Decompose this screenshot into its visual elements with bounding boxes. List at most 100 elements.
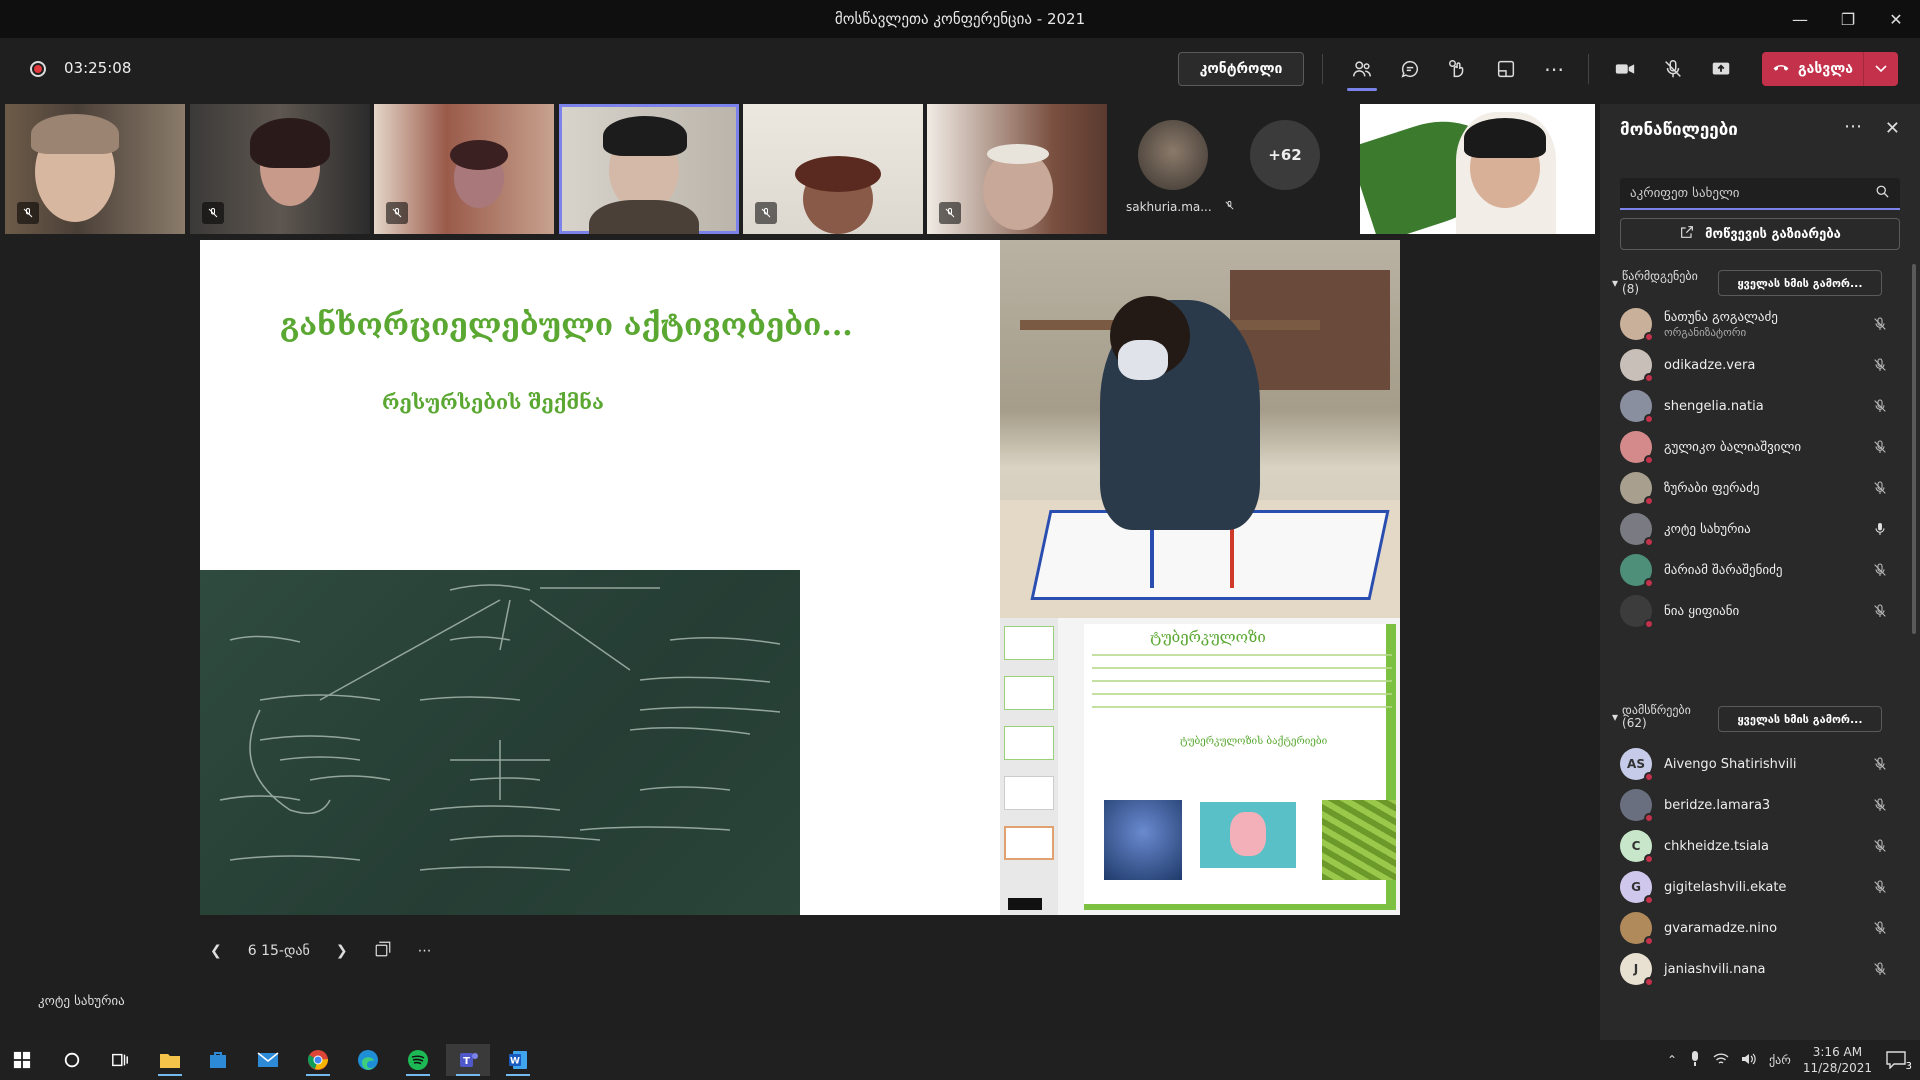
participant-row[interactable]: ნათუნა გოგალაძე ორგანიზატორი xyxy=(1620,304,1890,344)
store-icon[interactable] xyxy=(196,1044,240,1076)
participant-avatar[interactable] xyxy=(1138,120,1208,190)
close-window-icon[interactable]: ✕ xyxy=(1872,0,1920,38)
file-explorer-icon[interactable] xyxy=(148,1044,192,1076)
mic-off-icon[interactable] xyxy=(1870,439,1890,455)
video-tile[interactable] xyxy=(190,104,370,234)
chalkboard-photo xyxy=(200,570,800,915)
avatar-initials: AS xyxy=(1627,757,1645,771)
presentation-slide: განხორციელებული აქტივობები... რესურსების… xyxy=(200,240,1400,915)
microphone-tray-icon[interactable] xyxy=(1689,1050,1701,1070)
participant-tile-name: sakhuria.ma... xyxy=(1126,200,1235,214)
window-titlebar: მოსწავლეთა კონფერენცია - 2021 — ❐ ✕ xyxy=(0,0,1920,38)
video-tile-self[interactable] xyxy=(1360,104,1595,234)
mic-off-icon[interactable] xyxy=(1870,398,1890,414)
clock-time: 3:16 AM xyxy=(1812,1045,1863,1059)
participant-row[interactable]: Ggigitelashvili.ekate xyxy=(1620,867,1890,907)
people-icon[interactable] xyxy=(1347,54,1377,84)
mic-off-icon[interactable] xyxy=(1870,603,1890,619)
participant-row[interactable]: ზურაბი ფერაძე xyxy=(1620,468,1890,508)
mic-on-icon[interactable] xyxy=(1870,521,1890,537)
status-badge xyxy=(1644,813,1654,823)
mic-muted-icon[interactable] xyxy=(1658,54,1688,84)
slide-more-icon[interactable]: ⋯ xyxy=(418,943,432,959)
mail-icon[interactable] xyxy=(246,1044,290,1076)
participant-row[interactable]: კოტე სახურია xyxy=(1620,509,1890,549)
status-badge xyxy=(1644,619,1654,629)
video-tile[interactable] xyxy=(743,104,923,234)
status-badge xyxy=(1644,373,1654,383)
input-language[interactable]: ქარ xyxy=(1769,1053,1791,1067)
mic-off-icon[interactable] xyxy=(1870,879,1890,895)
presenters-count: (8) xyxy=(1622,282,1640,296)
mute-all-presenters-button[interactable]: ყველას ხმის გამორ... xyxy=(1718,270,1882,296)
leave-options-chevron-icon[interactable] xyxy=(1864,65,1898,73)
mic-off-icon[interactable] xyxy=(1870,562,1890,578)
participant-row[interactable]: მარიამ შარაშენიძე xyxy=(1620,550,1890,590)
close-panel-icon[interactable]: ✕ xyxy=(1885,118,1900,139)
slide-grid-icon[interactable] xyxy=(374,940,392,962)
presenters-section-header[interactable]: ▾ წარმდგენები (8) xyxy=(1612,270,1698,296)
participant-row[interactable]: shengelia.natia xyxy=(1620,386,1890,426)
participant-row[interactable]: beridze.lamara3 xyxy=(1620,785,1890,825)
panel-scrollbar[interactable] xyxy=(1912,264,1916,634)
mic-off-icon[interactable] xyxy=(1870,838,1890,854)
more-actions-icon[interactable]: ⋯ xyxy=(1539,54,1569,84)
mic-off-icon[interactable] xyxy=(1870,480,1890,496)
video-tile[interactable] xyxy=(927,104,1107,234)
mic-off-icon[interactable] xyxy=(1870,920,1890,936)
volume-icon[interactable] xyxy=(1741,1052,1757,1069)
edge-icon[interactable] xyxy=(346,1044,390,1076)
attendees-section-header[interactable]: ▾ დამსწრეები (62) xyxy=(1612,704,1691,730)
restore-icon[interactable]: ❐ xyxy=(1824,0,1872,38)
taskbar-clock[interactable]: 3:16 AM 11/28/2021 xyxy=(1803,1044,1872,1076)
mic-off-icon[interactable] xyxy=(1870,316,1890,332)
chevron-up-icon[interactable]: ⌃ xyxy=(1667,1053,1677,1067)
search-circle-icon[interactable] xyxy=(50,1044,94,1076)
control-button[interactable]: კონტროლი xyxy=(1178,52,1304,86)
previous-slide-icon[interactable]: ❮ xyxy=(210,943,222,959)
leave-button[interactable]: გასვლა xyxy=(1762,52,1898,86)
reactions-icon[interactable] xyxy=(1443,54,1473,84)
next-slide-icon[interactable]: ❯ xyxy=(336,943,348,959)
participant-row[interactable]: gvaramadze.nino xyxy=(1620,908,1890,948)
chrome-icon[interactable] xyxy=(296,1044,340,1076)
status-badge xyxy=(1644,332,1654,342)
search-icon[interactable] xyxy=(1875,184,1890,203)
more-participants-badge[interactable]: +62 xyxy=(1250,120,1320,190)
share-invite-label: მოწვევის გაზიარება xyxy=(1705,226,1841,242)
notifications-icon[interactable]: 3 xyxy=(1884,1048,1912,1072)
rooms-icon[interactable] xyxy=(1491,54,1521,84)
windows-start-icon[interactable] xyxy=(0,1044,44,1076)
participant-row[interactable]: გულიკო ბალიაშვილი xyxy=(1620,427,1890,467)
mic-off-icon xyxy=(17,202,39,224)
phone-icon xyxy=(1772,61,1790,77)
mic-off-icon[interactable] xyxy=(1870,357,1890,373)
participant-row[interactable]: odikadze.vera xyxy=(1620,345,1890,385)
task-view-icon[interactable] xyxy=(98,1044,142,1076)
teams-icon[interactable]: T xyxy=(446,1044,490,1076)
video-tile[interactable] xyxy=(5,104,185,234)
mic-off-icon[interactable] xyxy=(1870,756,1890,772)
share-invite-button[interactable]: მოწვევის გაზიარება xyxy=(1620,218,1900,250)
avatar xyxy=(1620,390,1654,424)
wifi-icon[interactable] xyxy=(1713,1052,1729,1069)
panel-more-icon[interactable]: ⋯ xyxy=(1844,116,1862,137)
participant-row[interactable]: ნია ყიფიანი xyxy=(1620,591,1890,631)
share-screen-icon[interactable] xyxy=(1706,54,1736,84)
participant-row[interactable]: Jjaniashvili.nana xyxy=(1620,949,1890,989)
mic-off-icon[interactable] xyxy=(1870,961,1890,977)
camera-icon[interactable] xyxy=(1610,54,1640,84)
powerpoint-screenshot: ტუბერკულოზი ტუბერკულოზის ბაქტერიები xyxy=(1000,618,1400,915)
mute-all-attendees-button[interactable]: ყველას ხმის გამორ... xyxy=(1718,706,1882,732)
minimize-icon[interactable]: — xyxy=(1776,0,1824,38)
participant-row[interactable]: Cchkheidze.tsiala xyxy=(1620,826,1890,866)
spotify-icon[interactable] xyxy=(396,1044,440,1076)
mic-off-icon[interactable] xyxy=(1870,797,1890,813)
chat-icon[interactable] xyxy=(1395,54,1425,84)
video-tile[interactable] xyxy=(374,104,554,234)
status-badge xyxy=(1644,936,1654,946)
video-tile-active-speaker[interactable] xyxy=(559,104,739,234)
word-icon[interactable]: W xyxy=(496,1044,540,1076)
participant-row[interactable]: AS Aivengo Shatirishvili xyxy=(1620,744,1890,784)
search-input[interactable]: აკრიფეთ სახელი xyxy=(1620,178,1900,210)
